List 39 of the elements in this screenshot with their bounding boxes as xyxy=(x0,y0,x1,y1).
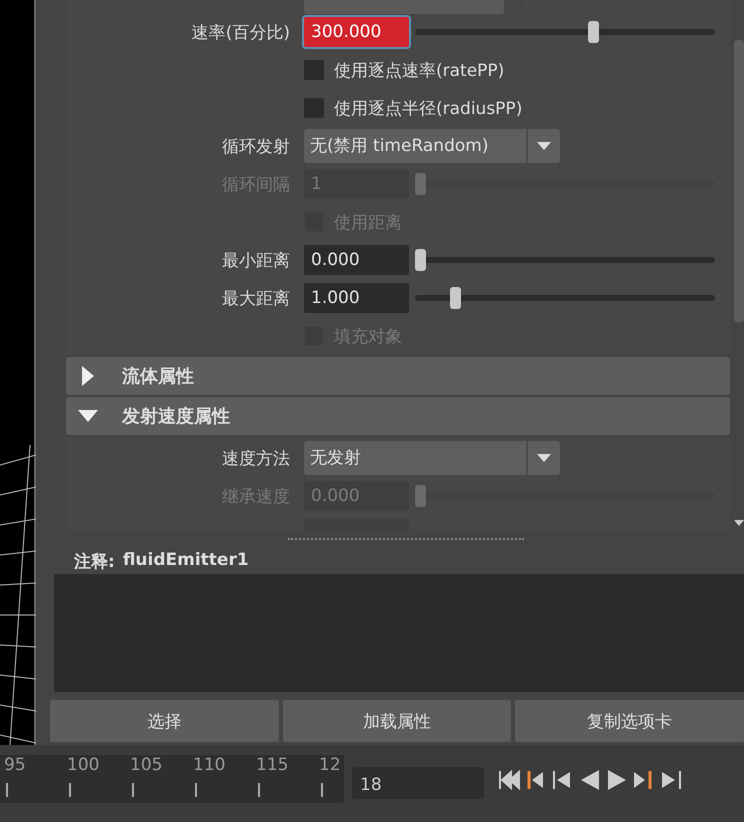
dropdown[interactable]: 无发射 xyxy=(304,441,560,475)
node-name: fluidEmitter1 xyxy=(122,550,249,572)
attribute-label: 最大距离 xyxy=(221,288,290,310)
frame-number: 110 xyxy=(193,755,226,775)
section-header[interactable]: 流体属性 xyxy=(66,357,730,395)
panel-button[interactable]: 加载属性 xyxy=(282,700,512,742)
frame-number: 115 xyxy=(256,755,288,775)
scroll-down-arrow-icon[interactable] xyxy=(734,520,744,526)
frame-number: 105 xyxy=(130,755,162,775)
input-field[interactable]: 1.000 xyxy=(304,283,409,313)
input-field[interactable]: 300.000 xyxy=(304,17,409,47)
checkbox[interactable] xyxy=(304,98,324,118)
slider-handle[interactable] xyxy=(415,249,426,271)
frame-number: 95 xyxy=(4,755,26,775)
attribute-label: 最小距离 xyxy=(221,250,290,272)
panel-button[interactable]: 复制选项卡 xyxy=(515,700,744,742)
notes-label: 注释: xyxy=(74,551,115,572)
slider-handle[interactable] xyxy=(450,287,461,309)
dropdown-arrow-icon xyxy=(537,454,551,462)
panel-button[interactable]: 选择 xyxy=(50,700,279,742)
checkbox-label: 使用逐点速率(ratePP) xyxy=(334,60,504,82)
dropdown-arrow-icon xyxy=(537,142,551,150)
frame-number: 100 xyxy=(67,755,100,775)
dropdown[interactable]: 无(禁用 timeRandom) xyxy=(304,129,560,163)
checkbox[interactable] xyxy=(304,60,324,80)
checkbox-label: 使用逐点半径(radiusPP) xyxy=(334,98,522,120)
current-frame-field[interactable]: 18 xyxy=(352,767,484,799)
scrollbar-thumb[interactable] xyxy=(734,40,744,322)
attribute-label: 速率(百分比) xyxy=(190,22,290,44)
frame-number: 12 xyxy=(319,755,341,775)
viewport[interactable] xyxy=(0,0,36,745)
attribute-label: 循环发射 xyxy=(221,136,290,158)
go-to-start-icon[interactable] xyxy=(496,767,522,793)
section-header[interactable]: 发射速度属性 xyxy=(66,397,730,435)
collapse-triangle-icon xyxy=(78,410,98,422)
notes-field[interactable] xyxy=(54,574,744,692)
attribute-label: 速度方法 xyxy=(221,448,290,470)
input-field[interactable]: 0.000 xyxy=(304,245,409,275)
slider-handle[interactable] xyxy=(588,21,599,43)
